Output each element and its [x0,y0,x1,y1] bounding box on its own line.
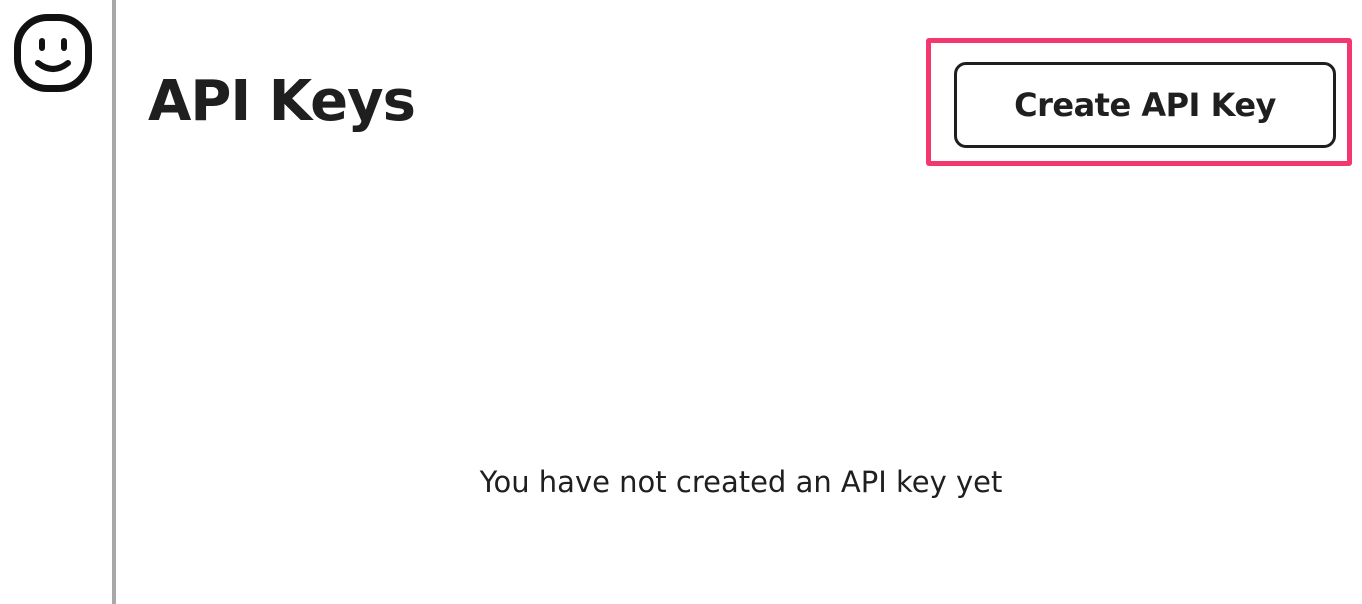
empty-state-message: You have not created an API key yet [479,465,1003,499]
create-api-key-button[interactable]: Create API Key [954,62,1336,148]
main-content: API Keys Create API Key You have not cre… [116,0,1362,604]
app-window: API Keys Create API Key You have not cre… [0,0,1362,604]
page-title: API Keys [148,69,416,134]
smiley-face-icon[interactable] [13,13,93,93]
sidebar [0,0,112,604]
